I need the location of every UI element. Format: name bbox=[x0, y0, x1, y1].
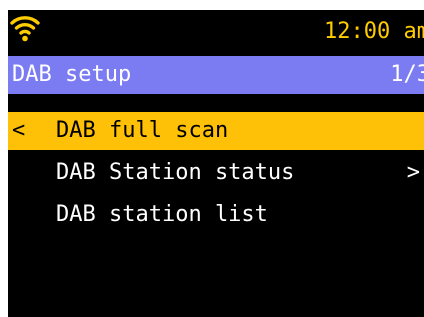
menu-item-dab-station-status[interactable]: DAB Station status > bbox=[8, 154, 424, 192]
menu-item-dab-full-scan[interactable]: < DAB full scan bbox=[8, 112, 424, 150]
page-indicator: 1/3 bbox=[390, 62, 424, 87]
title-bar: DAB setup 1/3 bbox=[8, 56, 424, 94]
wifi-icon bbox=[10, 16, 40, 42]
chevron-right-icon: > bbox=[406, 160, 420, 185]
menu-list: < DAB full scan DAB Station status > DAB… bbox=[8, 112, 424, 238]
menu-item-label: DAB full scan bbox=[56, 118, 229, 143]
radio-display: 12:00 am DAB setup 1/3 < DAB full scan D… bbox=[8, 10, 424, 317]
menu-item-label: DAB station list bbox=[56, 202, 268, 227]
status-bar: 12:00 am bbox=[8, 10, 424, 56]
clock: 12:00 am bbox=[324, 19, 424, 44]
page-title: DAB setup bbox=[12, 62, 132, 87]
menu-item-label: DAB Station status bbox=[56, 160, 295, 185]
menu-item-dab-station-list[interactable]: DAB station list bbox=[8, 196, 424, 234]
back-arrow-icon[interactable]: < bbox=[12, 118, 25, 144]
